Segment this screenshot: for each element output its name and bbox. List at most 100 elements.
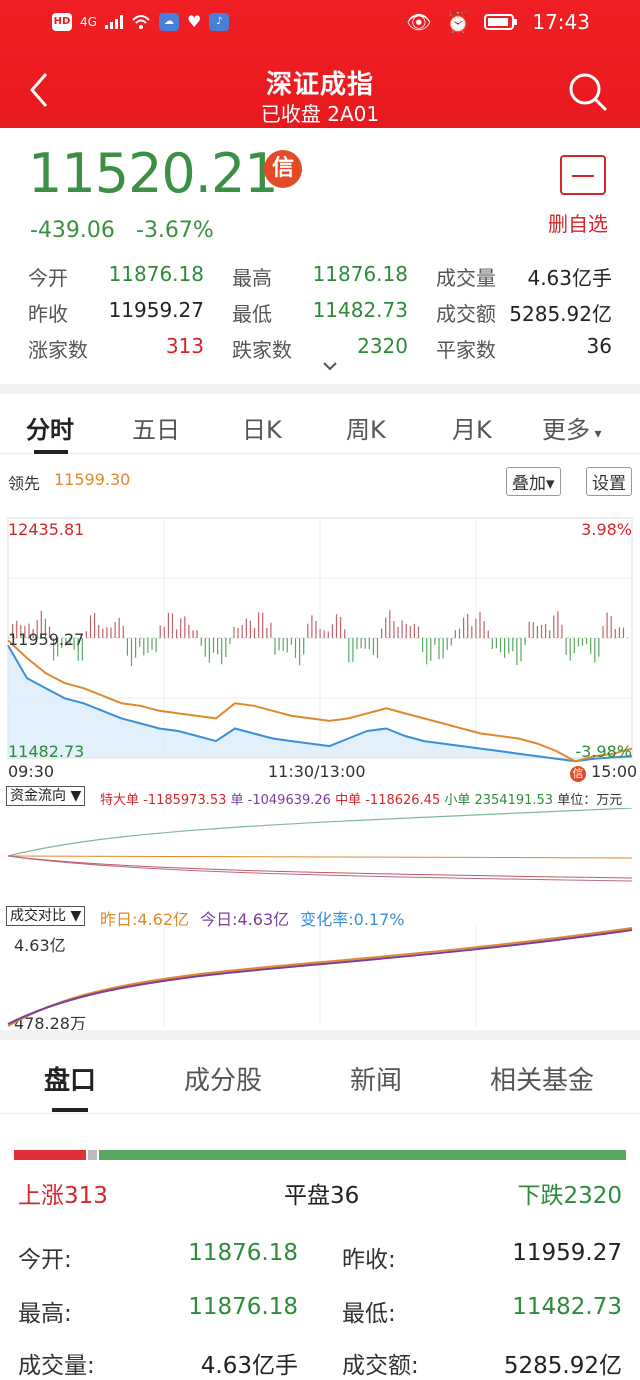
period-tabs: 分时 五日 日K 周K 月K 更多 ▾ — [0, 398, 640, 454]
detail-value: 11876.18 — [188, 1294, 298, 1320]
stat-value: 11959.27 — [108, 298, 204, 322]
detail-value: 11482.73 — [512, 1294, 622, 1320]
stat-value: 4.63亿手 — [527, 266, 612, 290]
volume-bar — [171, 613, 174, 638]
expand-chevron-icon[interactable] — [320, 360, 340, 374]
tab-order-book[interactable]: 盘口 — [44, 1060, 96, 1097]
volume-bar — [98, 624, 100, 638]
volume-bar — [208, 638, 210, 663]
tab-five-day[interactable]: 五日 — [132, 410, 180, 445]
volume-bar — [290, 638, 292, 645]
volume-bar — [446, 638, 448, 650]
volume-bar — [225, 638, 227, 657]
volume-bar — [114, 622, 116, 638]
volume-bar — [516, 638, 518, 665]
volume-bar — [569, 638, 571, 661]
detail-label: 成交量: — [18, 1353, 95, 1379]
volume-bar — [438, 638, 440, 660]
tab-monthly-k[interactable]: 月K — [452, 410, 492, 445]
volume-bar — [397, 626, 399, 638]
search-icon[interactable] — [566, 70, 610, 114]
volume-bar — [233, 626, 235, 638]
breadth-flat-segment — [88, 1150, 97, 1160]
volume-bar — [118, 617, 120, 638]
tab-news[interactable]: 新闻 — [350, 1060, 402, 1097]
volume-bar — [475, 618, 477, 638]
active-bottom-tab-indicator — [52, 1108, 88, 1112]
volume-bar — [340, 617, 342, 638]
tab-intraday[interactable]: 分时 — [26, 410, 74, 445]
remove-watchlist-button[interactable] — [560, 155, 606, 195]
volume-bar — [188, 624, 190, 638]
volume-bar — [176, 629, 178, 638]
detail-value: 11959.27 — [512, 1240, 622, 1266]
breadth-up-segment — [14, 1150, 87, 1160]
volume-bar — [348, 638, 350, 663]
status-bar: HD 4G ☁ ♥ ♪ 👁 ⏰ 17:43 — [0, 8, 640, 40]
tab-weekly-k[interactable]: 周K — [346, 410, 386, 445]
volume-bar — [586, 638, 588, 645]
detail-tabs: 盘口 成分股 新闻 相关基金 — [0, 1040, 640, 1114]
volume-bar — [610, 616, 612, 638]
volume-compare-selector[interactable]: 成交对比 ▼ — [6, 906, 86, 926]
volume-bar — [491, 638, 493, 650]
volume-bar — [180, 618, 182, 638]
chart-low-label: 11482.73 — [8, 742, 85, 761]
xin-badge-icon[interactable]: 信 — [264, 150, 302, 188]
volume-bar — [102, 628, 104, 638]
volume-bar — [573, 638, 575, 654]
active-tab-indicator — [34, 450, 68, 454]
hd-badge: HD — [52, 12, 72, 31]
volume-bar — [106, 627, 108, 638]
tab-related-funds[interactable]: 相关基金 — [490, 1060, 594, 1097]
volume-bar — [389, 610, 391, 638]
volume-bar — [594, 638, 596, 663]
tab-more[interactable]: 更多 ▾ — [542, 410, 601, 445]
volume-bar — [372, 638, 374, 656]
settings-button[interactable]: 设置 — [586, 467, 632, 496]
stat-value: 5285.92亿 — [509, 302, 612, 326]
volume-bar — [319, 628, 321, 638]
volume-bar — [364, 638, 366, 649]
time-end: 信 15:00 — [570, 762, 637, 782]
volume-bar — [540, 624, 543, 638]
intraday-chart[interactable] — [0, 500, 640, 785]
volume-bar — [253, 627, 256, 638]
fund-flow-legend: 特大单 -1185973.53 单 -1049639.26 中单 -118626… — [100, 789, 622, 808]
remove-watchlist-label[interactable]: 删自选 — [548, 208, 608, 237]
volume-bar — [294, 638, 297, 659]
super-large-order-line — [7, 855, 633, 882]
volume-bar — [417, 626, 420, 638]
volume-bar — [192, 630, 194, 638]
stat-label: 涨家数 — [28, 338, 88, 362]
market-breadth-bar — [14, 1150, 626, 1160]
super-large-order: 特大单 -1185973.53 — [100, 793, 227, 808]
volume-bar — [143, 638, 145, 656]
volume-bar — [200, 638, 202, 646]
stat-label: 最低 — [232, 302, 272, 326]
volume-bar — [130, 638, 133, 666]
stat-label: 昨收 — [28, 302, 68, 326]
volume-bar — [282, 638, 284, 651]
volume-bar — [602, 626, 604, 638]
overlay-button[interactable]: 叠加▾ — [506, 467, 561, 496]
alarm-icon: ⏰ — [445, 10, 471, 34]
fund-flow-selector[interactable]: 资金流向 ▼ — [6, 786, 86, 806]
volume-bar — [204, 638, 206, 657]
volume-bar — [315, 621, 317, 638]
volume-bar — [307, 623, 309, 638]
network-label: 4G — [80, 14, 97, 29]
volume-bar — [463, 617, 465, 638]
tab-constituents[interactable]: 成分股 — [184, 1060, 262, 1097]
tab-daily-k[interactable]: 日K — [242, 410, 282, 445]
volume-bar — [524, 638, 526, 646]
volume-bar — [622, 627, 625, 638]
breadth-flat-label: 平盘36 — [284, 1183, 360, 1209]
volume-bar — [545, 624, 547, 638]
page-title: 深证成指 — [265, 70, 374, 100]
chart-high-pct: 3.98% — [581, 520, 632, 539]
chart-mid-label: 11959.27 — [8, 630, 85, 649]
volume-bar — [286, 638, 288, 653]
volume-bar — [381, 628, 383, 638]
volume-bar — [266, 628, 268, 638]
